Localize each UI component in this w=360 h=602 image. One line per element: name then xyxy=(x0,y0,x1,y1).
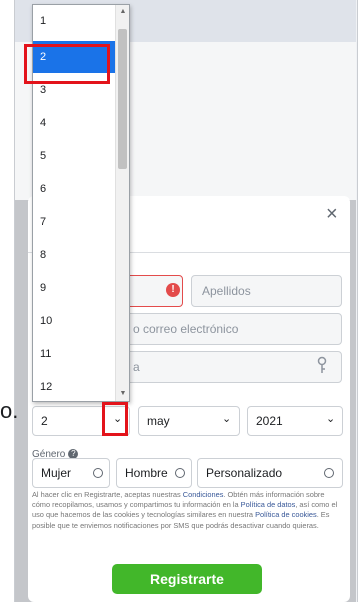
year-value: 2021 xyxy=(256,414,283,428)
signup-button[interactable]: Registrarte xyxy=(112,564,262,594)
scroll-up-icon[interactable]: ▲ xyxy=(118,7,128,17)
terms-link[interactable]: Condiciones xyxy=(183,490,224,499)
day-value: 2 xyxy=(41,414,48,428)
dropdown-option[interactable]: 11 xyxy=(33,338,115,370)
dropdown-option[interactable]: 1 xyxy=(33,5,115,37)
side-text: o. xyxy=(0,398,19,423)
gender-option-hombre[interactable]: Hombre xyxy=(116,458,192,488)
legal-text: Al hacer clic en Registrarte, aceptas nu… xyxy=(32,490,344,531)
chevron-down-icon[interactable]: ⌄ xyxy=(326,412,335,425)
scroll-down-icon[interactable]: ▼ xyxy=(118,389,128,399)
gender-option-personalizado[interactable]: Personalizado xyxy=(197,458,343,488)
gender-option-label: Personalizado xyxy=(206,466,283,480)
gender-option-label: Hombre xyxy=(125,466,168,480)
gender-option-label: Mujer xyxy=(41,466,72,480)
dropdown-scrollbar[interactable]: ▲ ▼ xyxy=(115,5,129,401)
email-placeholder: o correo electrónico xyxy=(133,322,239,336)
radio-button[interactable] xyxy=(93,468,103,478)
scrollbar-thumb[interactable] xyxy=(118,29,127,169)
dropdown-option[interactable]: 4 xyxy=(33,107,115,139)
last-name-field[interactable]: Apellidos xyxy=(191,275,342,307)
close-icon[interactable]: × xyxy=(326,203,338,226)
highlight-dropdown-arrow xyxy=(102,402,128,436)
dropdown-option[interactable]: 8 xyxy=(33,239,115,271)
gender-option-mujer[interactable]: Mujer xyxy=(32,458,110,488)
error-icon: ! xyxy=(166,283,180,297)
last-name-placeholder: Apellidos xyxy=(202,284,251,298)
legal-text-part: Al hacer clic en Registrarte, aceptas nu… xyxy=(32,490,183,499)
cookie-policy-link[interactable]: Política de cookies xyxy=(255,510,317,519)
radio-button[interactable] xyxy=(324,468,334,478)
password-placeholder: a xyxy=(133,360,140,374)
dropdown-option[interactable]: 7 xyxy=(33,206,115,238)
data-policy-link[interactable]: Política de datos xyxy=(241,500,296,509)
dropdown-option[interactable]: 9 xyxy=(33,272,115,304)
key-icon xyxy=(317,356,327,373)
month-value: may xyxy=(147,414,170,428)
chevron-down-icon[interactable]: ⌄ xyxy=(222,412,231,425)
dropdown-option[interactable]: 5 xyxy=(33,140,115,172)
dropdown-option[interactable]: 10 xyxy=(33,305,115,337)
dropdown-option[interactable]: 12 xyxy=(33,371,115,401)
radio-button[interactable] xyxy=(175,468,185,478)
dropdown-option[interactable]: 6 xyxy=(33,173,115,205)
highlight-selected-option xyxy=(24,44,110,84)
